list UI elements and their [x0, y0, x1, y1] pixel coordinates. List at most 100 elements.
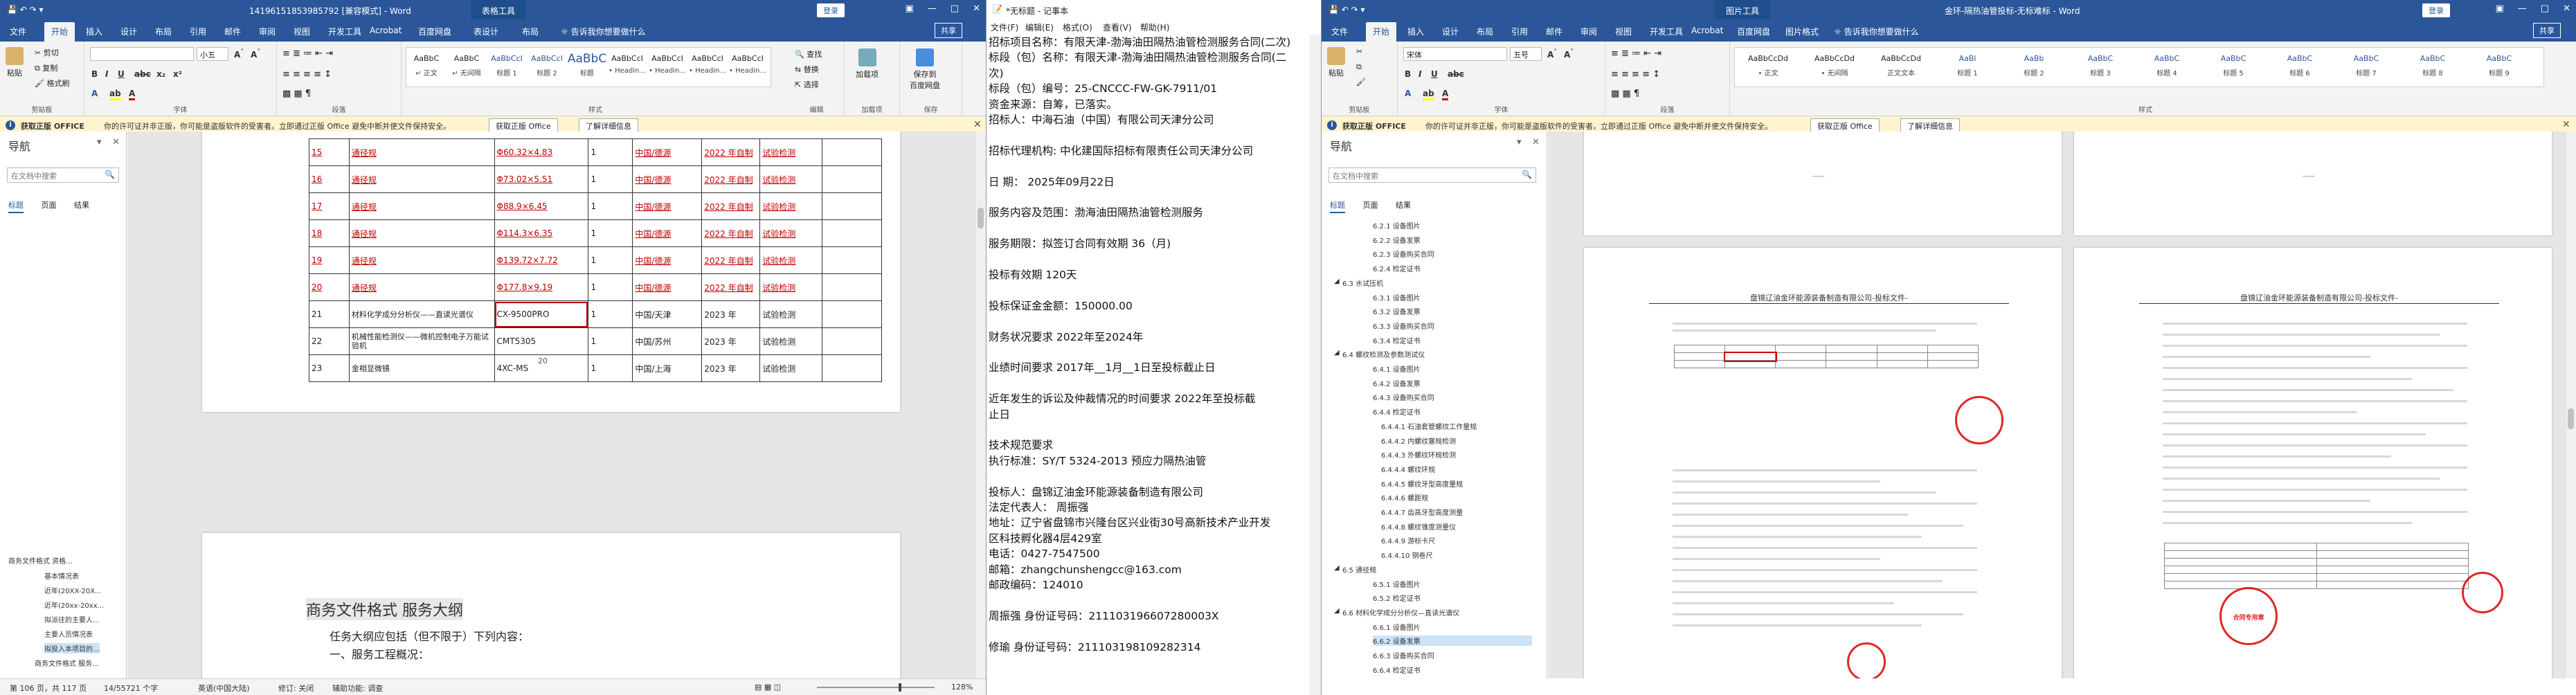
tab-design[interactable]: 设计	[120, 26, 137, 37]
nav-heading[interactable]: 6.6.1 设备图片	[1373, 622, 1421, 632]
tab-file-2[interactable]: 文件	[1331, 26, 1348, 37]
table-cell-year[interactable]: 2022 年自制	[701, 273, 761, 301]
style-item[interactable]: AaBbCcI 标题 2	[527, 48, 567, 78]
table-cell-no[interactable]: 17	[309, 192, 350, 220]
status-revision[interactable]: 修订: 关闭	[278, 683, 314, 694]
paste-button-2[interactable]: 粘贴	[1327, 47, 1345, 78]
nav-heading[interactable]: 6.4.4.8 螺纹锥度测量仪	[1381, 521, 1456, 532]
nav-heading[interactable]: 6.4.4.1 石油套管螺纹工作量规	[1381, 421, 1477, 431]
table-cell-qty[interactable]: 1	[588, 327, 633, 355]
table-cell-no[interactable]: 19	[309, 246, 350, 274]
nav-heading[interactable]: 6.4.4.6 螺距规	[1381, 492, 1428, 503]
nav-heading-0[interactable]: 商务文件格式 资格...	[8, 555, 73, 566]
table-cell-year[interactable]: 2023 年	[701, 327, 761, 355]
tab-view[interactable]: 视图	[294, 26, 310, 37]
style-item[interactable]: AaBbCcDd • 无间隔	[1801, 48, 1868, 78]
tab-references[interactable]: 引用	[190, 26, 206, 37]
menu-view[interactable]: 查看(V)	[1103, 21, 1132, 33]
table-cell-use[interactable]: 试验检测	[759, 354, 823, 382]
nav-heading[interactable]: 6.4 螺纹检测及参数测试仪	[1342, 349, 1425, 359]
strikethrough-icon[interactable]: abc	[134, 69, 151, 79]
table-cell-name[interactable]: 金相显微镜	[348, 354, 495, 382]
table-cell-year[interactable]: 2022 年自制	[701, 219, 761, 247]
tab-file[interactable]: 文件	[10, 26, 26, 37]
nav-close-icon-2[interactable]: ✕	[1532, 137, 1540, 147]
tab-picture-format[interactable]: 图片格式	[1785, 26, 1819, 37]
close-msg-icon-2[interactable]: ✕	[2562, 119, 2570, 130]
text-effects-icon[interactable]: A	[91, 89, 98, 98]
minimize-icon-2[interactable]: —	[2518, 3, 2527, 14]
nav-heading[interactable]: 6.5.2 检定证书	[1373, 593, 1421, 603]
table-cell-origin[interactable]: 中国/德源	[632, 246, 703, 274]
search-icon-2[interactable]: 🔍	[1522, 170, 1532, 179]
nav-heading-1[interactable]: 基本情况表	[44, 570, 79, 581]
tab-insert[interactable]: 插入	[86, 26, 102, 37]
table-cell-year[interactable]: 2023 年	[701, 300, 761, 328]
vertical-scrollbar[interactable]	[975, 132, 986, 678]
nav-heading[interactable]: 6.6.3 设备购买合同	[1373, 650, 1434, 660]
shading-border-icons-2[interactable]: ▩ ▦ ¶	[1611, 89, 1639, 99]
table-cell-empty[interactable]	[822, 327, 882, 355]
nav-heading[interactable]: 6.3.4 检定证书	[1373, 335, 1421, 345]
table-cell-year[interactable]: 2023 年	[701, 354, 761, 382]
nav-search-input[interactable]: 在文档中搜索 🔍	[7, 168, 119, 183]
menu-file[interactable]: 文件(F)	[991, 21, 1018, 33]
table-cell-name[interactable]: 通径规	[348, 273, 495, 301]
zoom-slider[interactable]	[817, 687, 935, 688]
tell-me-search[interactable]: ☼ 告诉我你想要做什么	[561, 26, 646, 37]
close-icon[interactable]: ✕	[973, 3, 980, 14]
table-cell-no[interactable]: 18	[309, 219, 350, 247]
copy-icon-2[interactable]: ⧉	[1356, 62, 1362, 72]
italic-icon[interactable]: I	[105, 69, 108, 79]
nav-options-icon[interactable]: ▾	[97, 137, 102, 147]
font-color-icon[interactable]: A	[129, 89, 136, 100]
nav-heading-2[interactable]: 近年(20XX-20X...	[44, 585, 102, 595]
nav-heading[interactable]: 6.4.4.4 螺纹环规	[1381, 464, 1435, 474]
table-cell-use[interactable]: 试验检测	[759, 246, 823, 274]
style-item[interactable]: AaBbC 标题 3	[2067, 48, 2134, 78]
tab-view-2[interactable]: 视图	[1615, 26, 1632, 37]
style-item[interactable]: AaBbC 标题 4	[2134, 48, 2200, 78]
nav-heading[interactable]: 6.6.2 设备发票	[1373, 635, 1532, 647]
table-cell-empty[interactable]	[822, 354, 882, 382]
table-cell-spec[interactable]: CX-9500PRO	[494, 300, 589, 328]
style-item[interactable]: AaBbC ↵ 无间隔	[447, 48, 487, 78]
font-size-select-2[interactable]: 五号	[1510, 47, 1542, 61]
nav-heading[interactable]: 6.2.4 检定证书	[1373, 263, 1421, 273]
nav-heading[interactable]: 6.3.2 设备发票	[1373, 306, 1421, 316]
shrink-font-icon[interactable]: A˅	[251, 48, 260, 60]
nav-tab-results-2[interactable]: 结果	[1396, 201, 1411, 210]
status-accessibility[interactable]: 辅助功能: 调查	[332, 683, 383, 694]
paste-button[interactable]: 粘贴	[6, 47, 24, 78]
nav-heading[interactable]: 6.4.4.3 外螺纹环规检测	[1381, 449, 1456, 460]
nav-heading[interactable]: 6.4.1 设备图片	[1373, 363, 1421, 374]
quick-access-icons-2[interactable]: 💾 ↶ ↷ ▾	[1328, 5, 1365, 15]
table-cell-no[interactable]: 23	[309, 354, 350, 382]
text-effects-icon-2[interactable]: A	[1405, 89, 1411, 98]
shrink-font-icon-2[interactable]: A˅	[1564, 48, 1574, 60]
highlight-icon[interactable]: ab	[109, 89, 121, 100]
nav-heading[interactable]: 6.2.2 设备发票	[1373, 235, 1421, 245]
table-cell-origin[interactable]: 中国/天津	[632, 300, 703, 328]
table-cell-qty[interactable]: 1	[588, 300, 633, 328]
nav-options-icon-2[interactable]: ▾	[1517, 137, 1522, 147]
tab-design-2[interactable]: 设计	[1442, 26, 1459, 37]
nav-heading-4[interactable]: 拟派往的主要人...	[44, 614, 100, 624]
nav-heading-3[interactable]: 近年(20xx-20xx...	[44, 599, 104, 610]
table-cell-no[interactable]: 22	[309, 327, 350, 355]
table-cell-name[interactable]: 通径规	[348, 138, 495, 166]
strikethrough-icon-2[interactable]: abc	[1448, 69, 1464, 79]
underline-icon-2[interactable]: U	[1431, 69, 1438, 79]
style-item[interactable]: AaBbCcI • Headin...	[687, 48, 728, 75]
addins-button[interactable]: 加载项	[856, 48, 879, 80]
close-msg-icon[interactable]: ✕	[973, 119, 982, 130]
notepad-scrollbar[interactable]	[1310, 35, 1321, 695]
tab-references-2[interactable]: 引用	[1511, 26, 1528, 37]
zoom-knob[interactable]	[899, 683, 901, 692]
tell-me-search-2[interactable]: ☼ 告诉我你想要做什么	[1834, 26, 1919, 37]
table-cell-origin[interactable]: 中国/德源	[632, 219, 703, 247]
share-button[interactable]: 共享	[935, 23, 962, 38]
table-cell-no[interactable]: 15	[309, 138, 350, 166]
table-cell-empty[interactable]	[822, 192, 882, 220]
login-button[interactable]: 登录	[817, 3, 845, 17]
